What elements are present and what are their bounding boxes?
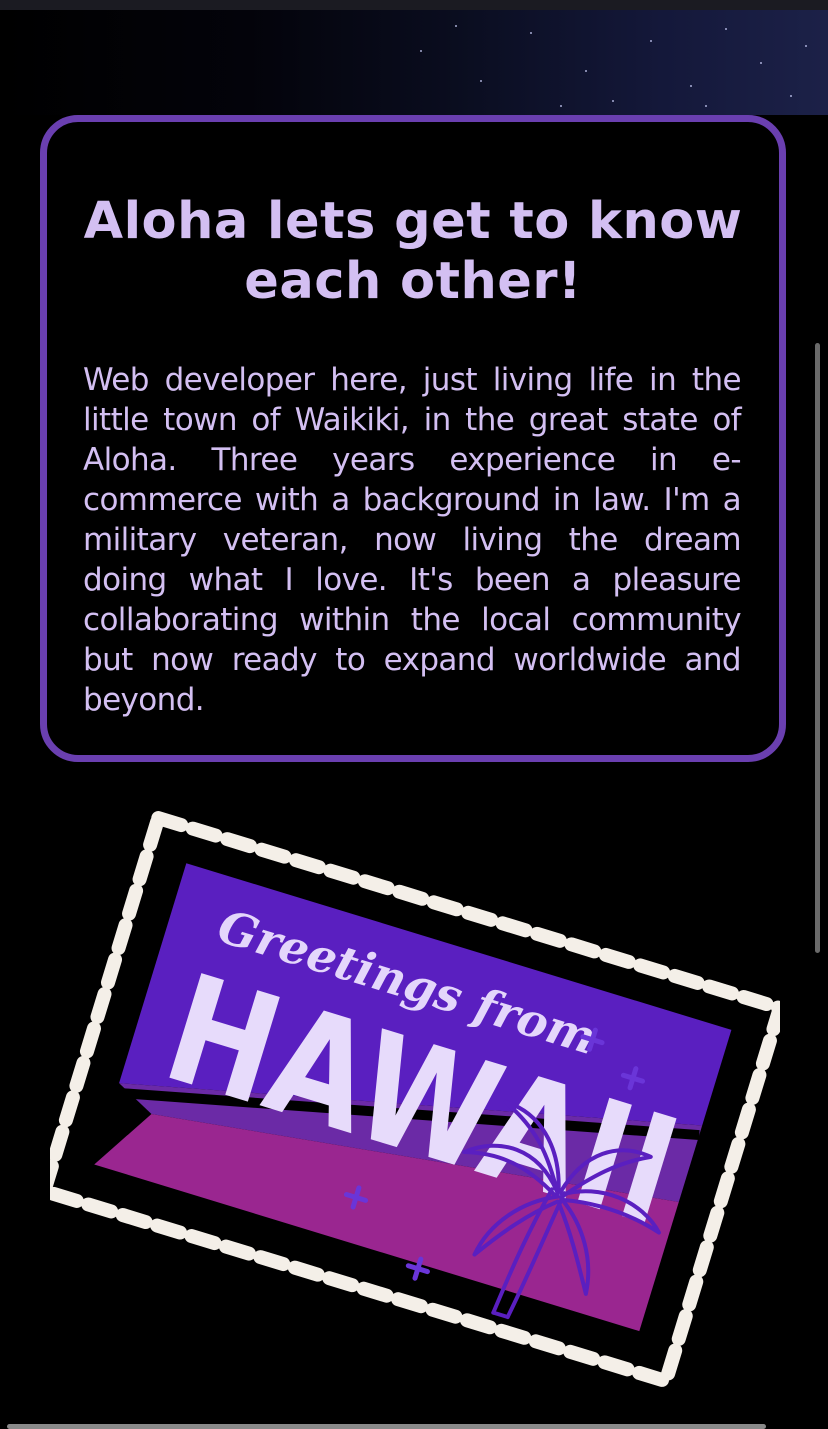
star xyxy=(455,25,457,27)
vertical-scrollbar[interactable] xyxy=(815,343,820,953)
star xyxy=(760,62,762,64)
horizontal-scrollbar[interactable] xyxy=(7,1424,766,1429)
hawaii-postcard-stamp: Greetings from HAWAII xyxy=(50,809,780,1390)
about-title: Aloha lets get to know each other! xyxy=(83,192,743,311)
about-body: Web developer here, just living life in … xyxy=(83,362,742,718)
browser-top-bar xyxy=(0,0,828,10)
star xyxy=(560,105,562,107)
star xyxy=(650,40,652,42)
star xyxy=(725,28,727,30)
star xyxy=(790,95,792,97)
star xyxy=(585,70,587,72)
star xyxy=(480,80,482,82)
star xyxy=(612,100,614,102)
star xyxy=(530,32,532,34)
star xyxy=(705,105,707,107)
star xyxy=(690,85,692,87)
about-card: Aloha lets get to know each other! Web d… xyxy=(40,115,786,762)
star xyxy=(420,50,422,52)
starfield-banner xyxy=(0,10,828,115)
star xyxy=(805,45,807,47)
